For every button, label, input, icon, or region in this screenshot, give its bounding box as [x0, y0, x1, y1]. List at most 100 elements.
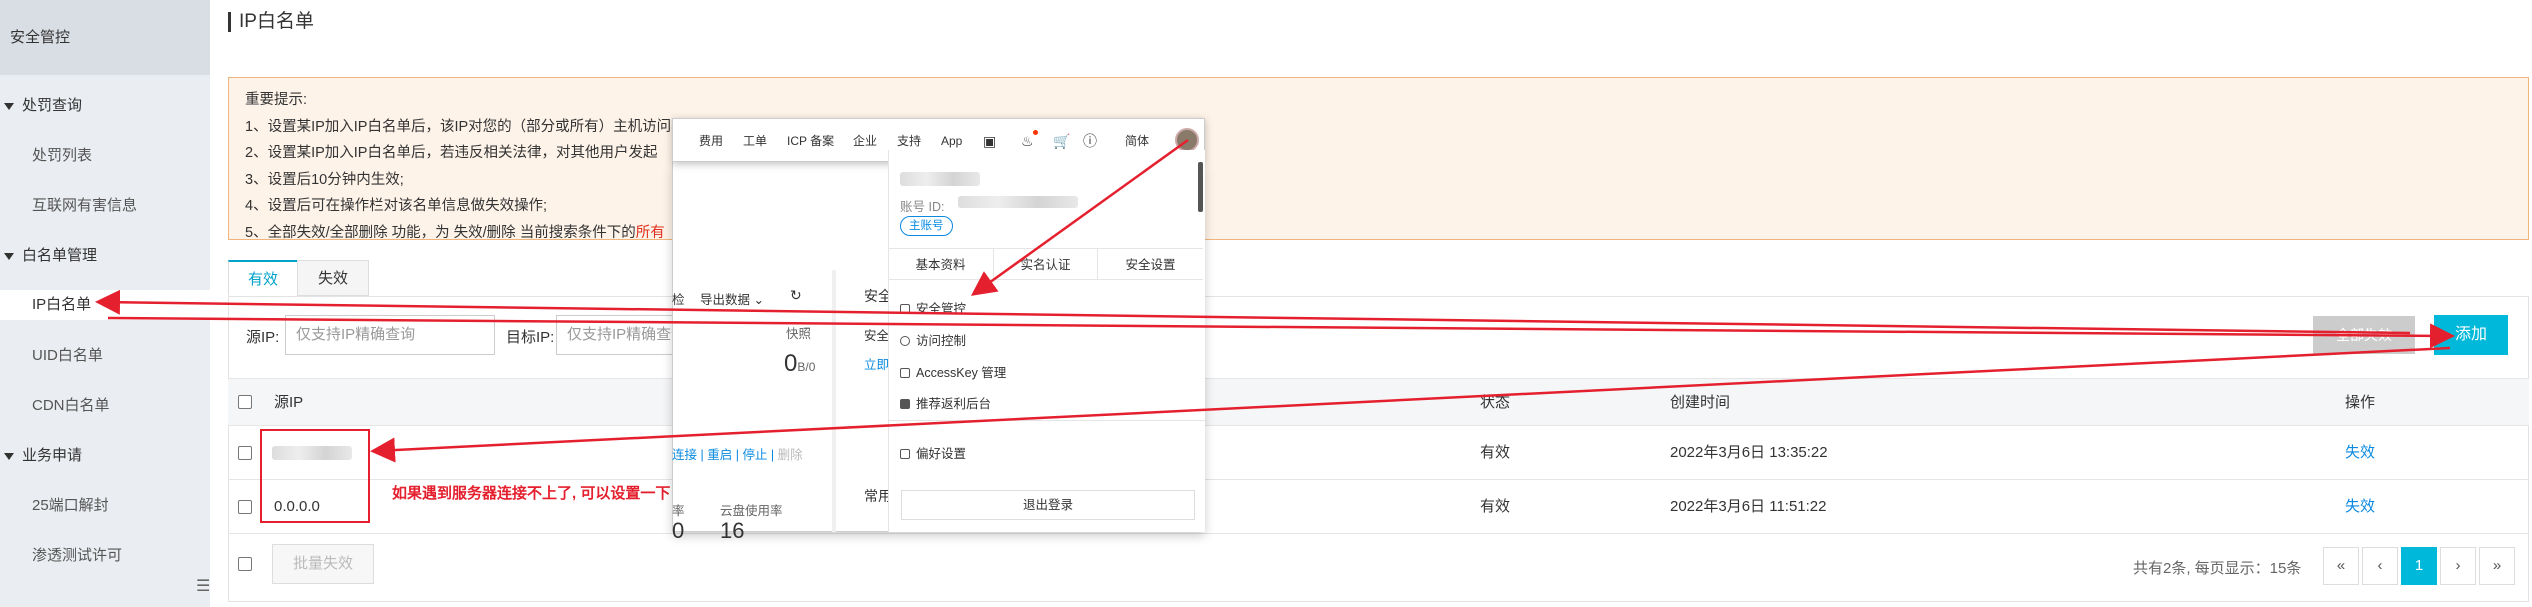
- metric-label: 云盘使用率: [720, 504, 783, 518]
- caret-down-icon: [4, 103, 14, 110]
- logout-button[interactable]: 退出登录: [901, 490, 1195, 520]
- account-tab-verify[interactable]: 实名认证: [993, 248, 1098, 280]
- chevron-down-icon: ⌄: [753, 293, 764, 307]
- sidebar-item-port25[interactable]: 25端口解封: [0, 491, 210, 521]
- disable-all-button[interactable]: 全部失效: [2313, 316, 2415, 354]
- security-card-sub: 安全: [864, 329, 890, 343]
- disable-link[interactable]: 失效: [2345, 480, 2375, 534]
- select-all-checkbox[interactable]: [238, 395, 252, 409]
- metric-label: 率: [672, 504, 685, 518]
- tab-invalid[interactable]: 失效: [297, 260, 369, 296]
- annotation-text: 如果遇到服务器连接不上了, 可以设置一下白名单: [392, 485, 716, 502]
- row-created: 2022年3月6日 13:35:22: [1670, 444, 1828, 461]
- sidebar-item-pentest[interactable]: 渗透测试许可: [0, 541, 210, 571]
- blurred-account-name: [900, 172, 980, 186]
- sidebar-item-cdn-whitelist[interactable]: CDN白名单: [0, 391, 210, 421]
- delete-link[interactable]: 删除: [778, 448, 803, 462]
- settings-icon: [900, 449, 910, 459]
- batch-disable-button[interactable]: 批量失效: [272, 544, 374, 584]
- page-title: IP白名单: [228, 12, 314, 32]
- menu-accesskey[interactable]: AccessKey 管理: [900, 362, 1006, 381]
- shield-icon: [900, 304, 910, 314]
- row-created: 2022年3月6日 11:51:22: [1670, 498, 1827, 515]
- monitor-icon: [900, 399, 910, 409]
- row-checkbox[interactable]: [238, 446, 252, 460]
- column-header-action: 操作: [2345, 394, 2376, 411]
- next-page-button[interactable]: ›: [2440, 547, 2476, 585]
- annotation-box: [260, 429, 370, 523]
- sidebar: 安全管控 处罚查询 处罚列表 互联网有害信息 白名单管理 IP白名单 UID白名…: [0, 0, 210, 607]
- tab-valid[interactable]: 有效: [228, 260, 298, 296]
- src-ip-label: 源IP:: [246, 329, 280, 346]
- avatar[interactable]: [1175, 128, 1199, 152]
- account-badge: 主账号: [900, 216, 953, 236]
- sidebar-item-penalty-list[interactable]: 处罚列表: [0, 141, 210, 171]
- menu-security-control[interactable]: 安全管控: [900, 298, 966, 317]
- divider: [888, 420, 1205, 421]
- footer-checkbox[interactable]: [238, 557, 252, 571]
- cloud-icon: [900, 336, 910, 346]
- account-id-label: 账号 ID:: [900, 200, 945, 214]
- add-button[interactable]: 添加: [2434, 315, 2508, 355]
- menu-access-control[interactable]: 访问控制: [900, 330, 966, 349]
- pagination-summary: 共有2条, 每页显示：15条: [2133, 560, 2302, 577]
- notice-line: 5、全部失效/全部删除 功能，为 失效/删除 当前搜索条件下的所有: [245, 224, 665, 241]
- notice-highlight: 所有: [635, 224, 665, 241]
- sidebar-group-business[interactable]: 业务申请: [0, 441, 210, 471]
- behind-toolbar-check: 检: [672, 293, 685, 307]
- notice-line: 2、设置某IP加入IP白名单后，若违反相关法律，对其他用户发起: [245, 145, 658, 161]
- stop-link[interactable]: 停止: [742, 448, 767, 462]
- prev-page-button[interactable]: ‹: [2362, 547, 2398, 585]
- snapshot-value: 0B/0: [784, 350, 816, 377]
- row-status: 有效: [1480, 498, 1511, 515]
- topbar-tickets[interactable]: 工单: [743, 119, 767, 163]
- metric-value: 0: [672, 518, 685, 543]
- scrollbar[interactable]: [1198, 162, 1203, 212]
- page-1-button[interactable]: 1: [2401, 547, 2437, 585]
- table-header: 源IP 状态 创建时间 操作: [228, 378, 2529, 426]
- row-checkbox[interactable]: [238, 500, 252, 514]
- blurred-account-id: [958, 196, 1078, 208]
- sidebar-item-uid-whitelist[interactable]: UID白名单: [0, 341, 210, 371]
- column-header-status: 状态: [1480, 394, 1511, 411]
- topbar-enterprise[interactable]: 企业: [853, 119, 877, 163]
- column-header-created: 创建时间: [1670, 394, 1731, 411]
- export-data-button[interactable]: 导出数据 ⌄: [700, 289, 764, 308]
- divider: [832, 270, 836, 532]
- notice-line: 4、设置后可在操作栏对该名单信息做失效操作;: [245, 198, 548, 214]
- notice-box: 重要提示: 1、设置某IP加入IP白名单后，该IP对您的（部分或所有）主机访问将…: [228, 77, 2529, 241]
- snapshot-label: 快照: [786, 327, 812, 341]
- src-ip-input[interactable]: 仅支持IP精确查询: [285, 315, 495, 355]
- account-tab-profile[interactable]: 基本资料: [888, 248, 993, 280]
- account-tab-security[interactable]: 安全设置: [1098, 248, 1203, 280]
- security-card-link[interactable]: 立即: [864, 354, 889, 373]
- refresh-icon[interactable]: ↻: [790, 287, 802, 304]
- dst-ip-label: 目标IP:: [506, 329, 555, 346]
- caret-down-icon: [4, 253, 14, 260]
- first-page-button[interactable]: «: [2323, 547, 2359, 585]
- notice-line: 3、设置后10分钟内生效;: [245, 171, 404, 188]
- table-row: 有效 2022年3月6日 13:35:22 失效: [228, 426, 2529, 480]
- connect-link[interactable]: 连接: [672, 448, 697, 462]
- menu-icon[interactable]: ☰: [196, 576, 210, 596]
- topbar-icp[interactable]: ICP 备案: [787, 119, 834, 163]
- row-status: 有效: [1480, 444, 1511, 461]
- caret-down-icon: [4, 453, 14, 460]
- sidebar-title: 安全管控: [0, 0, 210, 75]
- menu-referral[interactable]: 推荐返利后台: [900, 393, 991, 412]
- notice-title: 重要提示:: [245, 92, 308, 108]
- instance-actions: 连接 | 重启 | 停止 | 删除: [672, 448, 803, 462]
- menu-preferences[interactable]: 偏好设置: [900, 443, 966, 462]
- sidebar-group-whitelist[interactable]: 白名单管理: [0, 241, 210, 271]
- topbar-fees[interactable]: 费用: [699, 119, 723, 163]
- sidebar-group-penalty[interactable]: 处罚查询: [0, 91, 210, 121]
- disable-link[interactable]: 失效: [2345, 426, 2375, 480]
- last-page-button[interactable]: »: [2479, 547, 2515, 585]
- notice-line: 1、设置某IP加入IP白名单后，该IP对您的（部分或所有）主机访问将不受亲眼安全…: [245, 118, 933, 135]
- restart-link[interactable]: 重启: [707, 448, 732, 462]
- sidebar-item-ip-whitelist[interactable]: IP白名单: [0, 290, 210, 320]
- notification-dot: [1033, 130, 1038, 135]
- column-header-src-ip: 源IP: [274, 394, 304, 411]
- sidebar-item-harmful-info[interactable]: 互联网有害信息: [0, 191, 210, 221]
- metric-value: 16: [720, 518, 745, 543]
